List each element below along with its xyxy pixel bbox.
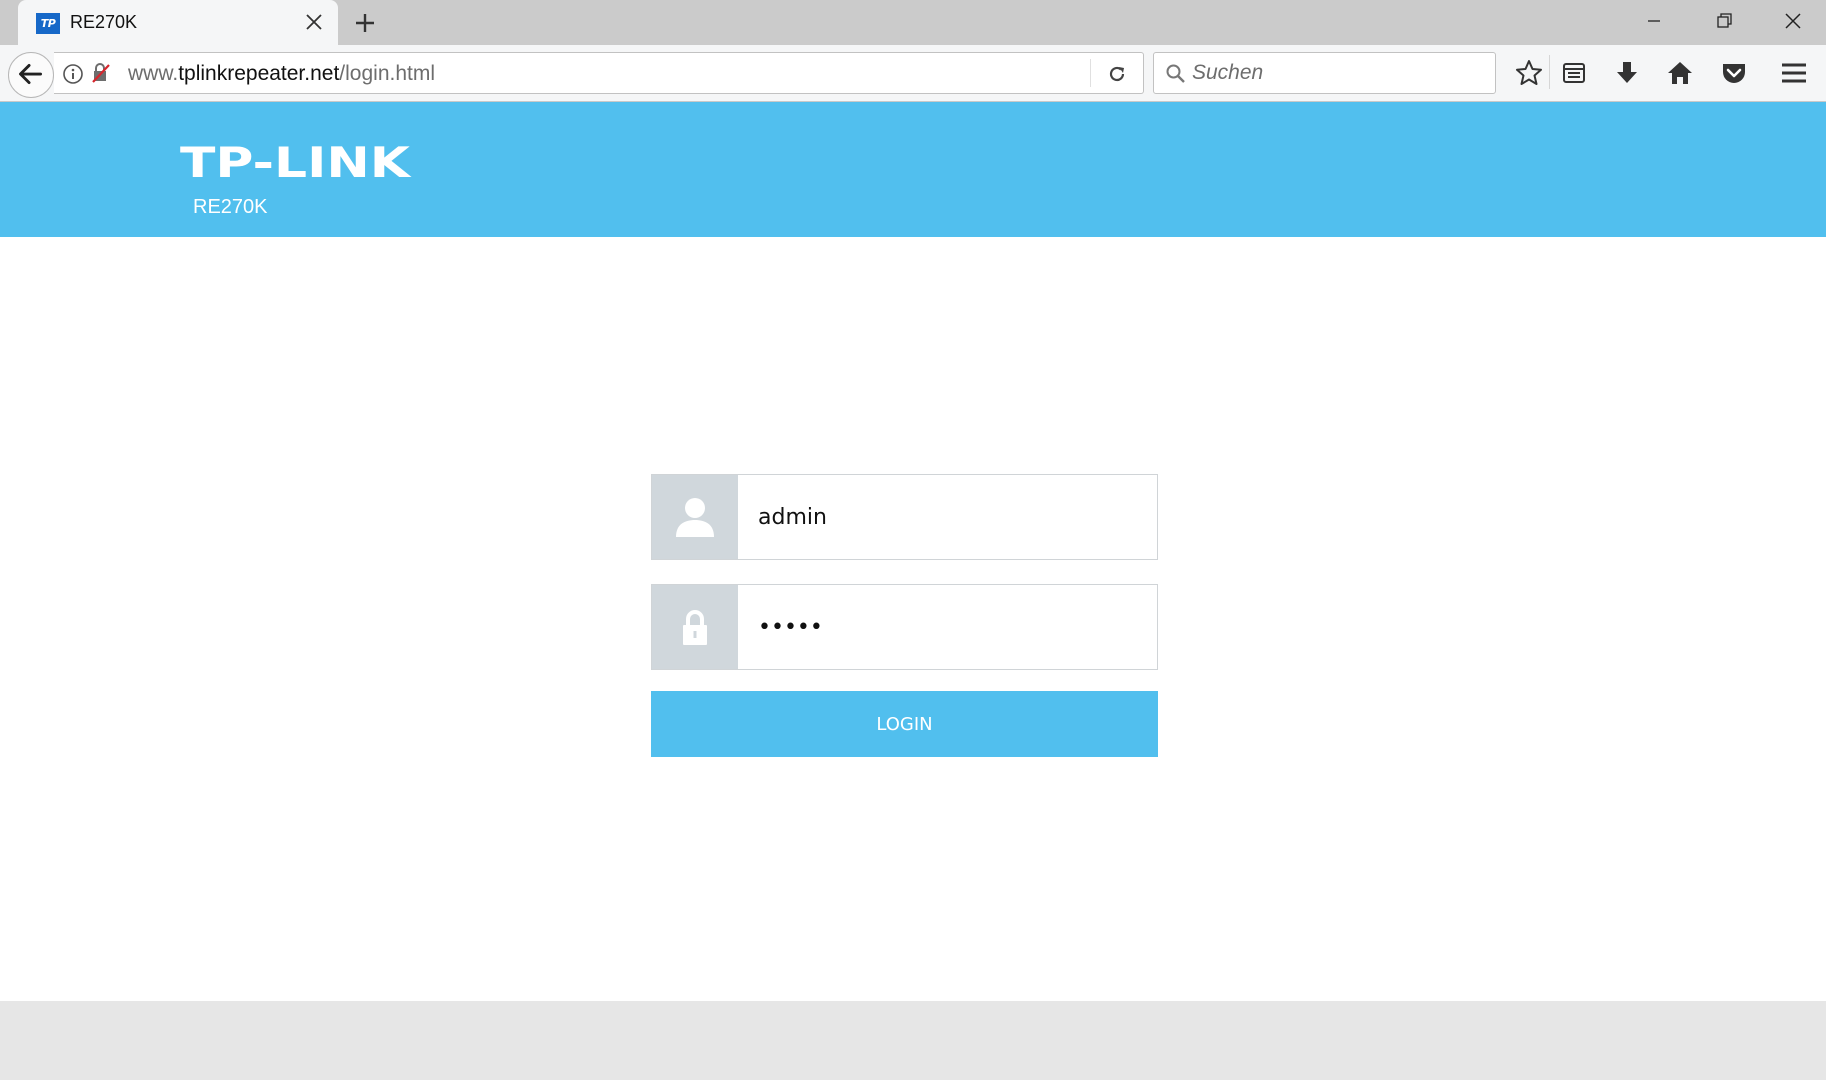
pocket-icon[interactable] — [1719, 58, 1749, 88]
url-prefix: www. — [128, 62, 179, 85]
search-bar[interactable] — [1153, 52, 1496, 94]
password-input[interactable] — [738, 585, 1157, 669]
reading-list-icon[interactable] — [1559, 58, 1589, 88]
browser-titlebar: TP RE270K — [0, 0, 1826, 45]
url-bar[interactable]: www.tplinkrepeater.net/login.html — [54, 52, 1144, 94]
reload-icon[interactable] — [1106, 63, 1128, 85]
username-field — [651, 474, 1158, 560]
url-path: /login.html — [339, 62, 436, 85]
page-footer — [0, 1001, 1826, 1080]
login-button[interactable]: LOGIN — [651, 691, 1158, 757]
password-field — [651, 584, 1158, 670]
toolbar-separator — [1549, 55, 1550, 89]
browser-tab[interactable]: TP RE270K — [18, 0, 338, 45]
lock-icon-box — [652, 585, 738, 669]
back-button[interactable] — [8, 52, 54, 98]
user-icon — [676, 498, 714, 537]
browser-toolbar: www.tplinkrepeater.net/login.html — [0, 45, 1826, 102]
logo-text: TP-LINK — [180, 140, 412, 184]
hamburger-menu-icon[interactable] — [1779, 58, 1809, 88]
window-minimize-icon[interactable] — [1620, 0, 1688, 42]
username-input[interactable] — [738, 475, 1157, 559]
page-header: TP-LINK RE270K — [0, 102, 1826, 237]
url-separator — [1090, 59, 1091, 87]
star-bookmark-icon[interactable] — [1514, 58, 1544, 88]
user-icon-box — [652, 475, 738, 559]
tab-title: RE270K — [70, 12, 138, 32]
search-icon — [1166, 64, 1185, 83]
url-domain: tplinkrepeater.net — [178, 62, 340, 85]
search-input[interactable] — [1192, 53, 1482, 93]
tp-link-logo: TP-LINK — [180, 140, 412, 184]
url-text[interactable]: www.tplinkrepeater.net/login.html — [128, 62, 435, 86]
info-icon[interactable] — [62, 63, 84, 85]
mixed-content-icon[interactable] — [90, 62, 112, 84]
window-restore-icon[interactable] — [1690, 0, 1758, 42]
window-close-icon[interactable] — [1758, 0, 1826, 42]
new-tab-plus-icon[interactable] — [352, 10, 378, 36]
tab-close-icon[interactable] — [304, 12, 324, 32]
download-icon[interactable] — [1612, 58, 1642, 88]
model-name: RE270K — [193, 196, 268, 218]
login-form: LOGIN — [651, 474, 1158, 757]
tp-link-favicon-icon: TP — [36, 13, 60, 34]
back-arrow-icon — [19, 64, 42, 85]
lock-icon — [683, 610, 707, 645]
home-icon[interactable] — [1665, 58, 1695, 88]
